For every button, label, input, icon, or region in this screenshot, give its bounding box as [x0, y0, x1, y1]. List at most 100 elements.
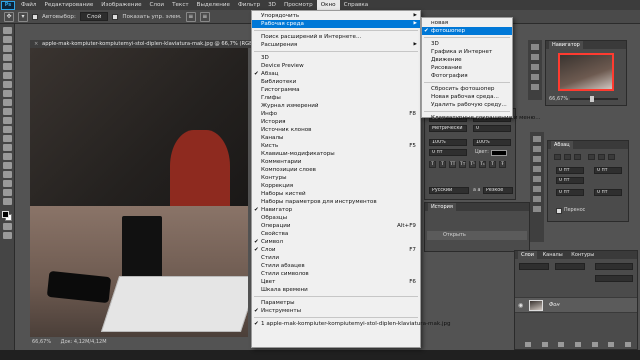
- window-menu-item[interactable]: Каналы: [252, 134, 420, 142]
- workspace-menu-item[interactable]: Фотография: [422, 72, 512, 80]
- shape-tool-icon[interactable]: [2, 180, 12, 187]
- layer-name[interactable]: Фон: [549, 302, 560, 308]
- screen-mode-icon[interactable]: [2, 232, 12, 239]
- space-after-field[interactable]: 0 пт: [594, 189, 622, 196]
- gradient-tool-icon[interactable]: [2, 126, 12, 133]
- dock-panel-icon[interactable]: [533, 136, 541, 142]
- dock-panel-icon[interactable]: [533, 156, 541, 162]
- menu-type[interactable]: Текст: [168, 0, 193, 10]
- window-menu-item[interactable]: Стили символов: [252, 270, 420, 278]
- window-menu-item[interactable]: Расширения ▶: [252, 41, 420, 49]
- window-menu-item[interactable]: Стили: [252, 254, 420, 262]
- menu-help[interactable]: Справка: [340, 0, 373, 10]
- foreground-color-swatch[interactable]: [2, 211, 9, 218]
- workspace-menu-item[interactable]: Рисование: [422, 64, 512, 72]
- subscript-button[interactable]: T₁: [479, 161, 486, 168]
- quick-mask-icon[interactable]: [2, 223, 12, 230]
- workspace-menu-item[interactable]: Новая рабочая среда...: [422, 93, 512, 101]
- close-tab-icon[interactable]: ×: [34, 41, 38, 47]
- window-menu-item[interactable]: ✔ 1 apple-mak-kompiuter-kompiutemyi-stol-…: [252, 320, 451, 328]
- dock-panel-icon[interactable]: [533, 206, 541, 212]
- menu-3d[interactable]: 3D: [264, 0, 280, 10]
- kerning-field[interactable]: Метрически: [429, 125, 467, 132]
- layer-style-icon[interactable]: [541, 341, 548, 347]
- window-menu-item[interactable]: Свойства: [252, 230, 420, 238]
- workspace-menu-item[interactable]: Движение: [422, 56, 512, 64]
- window-menu-item[interactable]: Глифы: [252, 94, 420, 102]
- workspace-menu-item[interactable]: Клавиатурные сокращения и меню...: [422, 114, 541, 122]
- window-menu-item[interactable]: Контуры: [252, 174, 420, 182]
- underline-button[interactable]: T: [489, 161, 496, 168]
- workspace-menu-item[interactable]: ✔ фотошопер: [422, 27, 512, 35]
- window-menu-item[interactable]: ✔ Абзац: [252, 70, 420, 78]
- layer-mask-icon[interactable]: [558, 341, 565, 347]
- history-item[interactable]: Открыть: [427, 231, 527, 240]
- dock-panel-icon[interactable]: [531, 54, 539, 60]
- indent-first-line-field[interactable]: 0 пт: [556, 177, 584, 184]
- indent-right-field[interactable]: 0 пт: [594, 167, 622, 174]
- document-tab[interactable]: × apple-mak-kompiuter-kompiutemyi-stol-d…: [30, 40, 270, 48]
- justify-left-icon[interactable]: [588, 154, 595, 160]
- autoselect-checkbox[interactable]: [32, 13, 38, 20]
- window-menu-item[interactable]: Кисть F5: [252, 142, 420, 150]
- faux-italic-button[interactable]: T: [439, 161, 446, 168]
- workspace-menu-item[interactable]: Сбросить фотошопер: [422, 85, 512, 93]
- layer-row[interactable]: ◉ Фон: [515, 297, 637, 313]
- zoom-tool-icon[interactable]: [2, 198, 12, 205]
- menu-image[interactable]: Изображение: [97, 0, 145, 10]
- marquee-tool-icon[interactable]: [2, 36, 12, 43]
- window-menu-item[interactable]: Журнал измерений: [252, 102, 420, 110]
- opacity-field[interactable]: [595, 263, 633, 270]
- language-dropdown[interactable]: Русский: [429, 187, 469, 194]
- menu-select[interactable]: Выделение: [193, 0, 234, 10]
- justify-center-icon[interactable]: [598, 154, 605, 160]
- crop-tool-icon[interactable]: [2, 63, 12, 70]
- new-layer-icon[interactable]: [608, 341, 615, 347]
- workspace-menu-item[interactable]: Графика и Интернет: [422, 48, 512, 56]
- navigator-thumbnail[interactable]: [558, 53, 614, 91]
- dock-panel-icon[interactable]: [533, 176, 541, 182]
- tab-history[interactable]: История: [428, 203, 456, 211]
- hand-tool-icon[interactable]: [2, 189, 12, 196]
- window-menu-item[interactable]: 3D: [252, 54, 420, 62]
- text-color-swatch[interactable]: [491, 150, 507, 156]
- align-center-icon[interactable]: [564, 154, 571, 160]
- window-menu-item[interactable]: Комментарии: [252, 158, 420, 166]
- all-caps-button[interactable]: TT: [449, 161, 456, 168]
- window-menu-item[interactable]: Параметры: [252, 299, 420, 307]
- vertical-scale-field[interactable]: 100%: [429, 139, 467, 146]
- window-menu-item[interactable]: Гистограмма: [252, 86, 420, 94]
- move-tool-icon[interactable]: [2, 27, 12, 34]
- window-menu-item[interactable]: Библиотеки: [252, 78, 420, 86]
- visibility-eye-icon[interactable]: ◉: [518, 302, 525, 309]
- faux-bold-button[interactable]: T: [429, 161, 436, 168]
- fill-field[interactable]: [595, 275, 633, 282]
- tab-paragraph[interactable]: Абзац: [551, 141, 573, 149]
- blend-mode-dropdown[interactable]: [555, 263, 585, 270]
- group-icon[interactable]: [591, 341, 598, 347]
- eyedropper-tool-icon[interactable]: [2, 72, 12, 79]
- transform-controls-checkbox[interactable]: [112, 13, 119, 20]
- menu-view[interactable]: Просмотр: [280, 0, 317, 10]
- superscript-button[interactable]: T¹: [469, 161, 476, 168]
- align-icon[interactable]: ≡: [185, 11, 196, 22]
- window-menu-item[interactable]: Рабочая среда ▶: [252, 20, 420, 28]
- menu-file[interactable]: Файл: [17, 0, 40, 10]
- align-center-icon[interactable]: ≡: [199, 11, 210, 22]
- dock-panel-icon[interactable]: [533, 166, 541, 172]
- window-menu-item[interactable]: Источник клонов: [252, 126, 420, 134]
- window-menu-item[interactable]: ✔ Символ: [252, 238, 420, 246]
- color-swatches[interactable]: [2, 211, 12, 221]
- layer-filter-dropdown[interactable]: [519, 263, 549, 270]
- tab-paths[interactable]: Контуры: [568, 251, 597, 259]
- dodge-tool-icon[interactable]: [2, 144, 12, 151]
- strikethrough-button[interactable]: Ŧ: [499, 161, 506, 168]
- healing-tool-icon[interactable]: [2, 81, 12, 88]
- tool-preset-icon[interactable]: ▾: [18, 11, 28, 22]
- tab-layers[interactable]: Слои: [518, 251, 537, 259]
- type-tool-icon[interactable]: [2, 162, 12, 169]
- blur-tool-icon[interactable]: [2, 135, 12, 142]
- navigator-zoom-slider[interactable]: [570, 96, 618, 102]
- brush-tool-icon[interactable]: [2, 90, 12, 97]
- window-menu-item[interactable]: Шкала времени: [252, 286, 420, 294]
